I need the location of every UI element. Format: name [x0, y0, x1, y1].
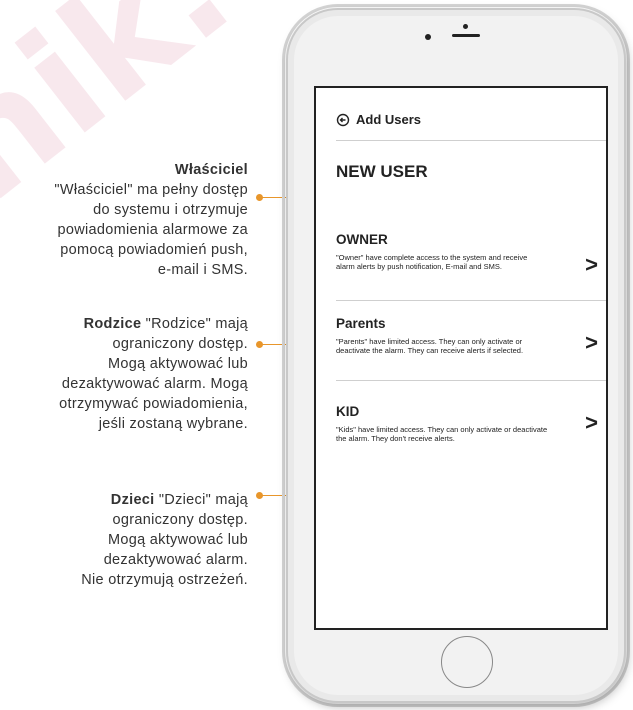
option-title: KID [336, 404, 360, 419]
annotation-owner-line: "Właściciel" ma pełny dostęp [54, 182, 248, 198]
divider [336, 380, 606, 381]
chevron-right-icon: > [585, 410, 598, 435]
annotation-parents-line: "Rodzice" mają [145, 316, 248, 332]
annotation-owner-line: do systemu i otrzymuje [93, 202, 248, 218]
option-kid[interactable]: KID "Kids" have limited access. They can… [336, 404, 610, 443]
annotation-parents-line: Mogą aktywować lub [108, 356, 248, 372]
divider [336, 140, 606, 141]
chevron-right-icon: > [585, 330, 598, 355]
annotation-owner: Właściciel "Właściciel" ma pełny dostęp … [54, 160, 248, 280]
header-title: Add Users [356, 112, 422, 127]
option-title: Parents [336, 316, 386, 331]
annotation-owner-title: Właściciel [174, 162, 248, 178]
option-title: OWNER [336, 232, 388, 247]
option-parents[interactable]: Parents "Parents" have limited access. T… [336, 316, 610, 355]
camera-icon [463, 24, 468, 29]
chevron-right-icon: > [585, 252, 598, 277]
annotation-kids-line: dezaktywować alarm. [103, 552, 248, 568]
annotation-kids-line-1: Dzieci "Dzieci" mają [81, 490, 248, 510]
annotation-parents-line-1: Rodzice "Rodzice" mają [59, 314, 248, 334]
annotation-kids: Dzieci "Dzieci" mają ograniczony dostęp.… [81, 490, 248, 590]
option-description: "Parents" have limited access. They can … [336, 337, 524, 355]
back-button[interactable]: Add Users [336, 112, 421, 127]
option-owner[interactable]: OWNER "Owner" have complete access to th… [336, 232, 610, 276]
annotation-kids-line: ograniczony dostęp. [112, 512, 248, 528]
divider [336, 300, 606, 301]
page-title: NEW USER [336, 162, 428, 181]
annotation-parents: Rodzice "Rodzice" mają ograniczony dostę… [59, 314, 248, 434]
phone-screen: Add Users NEW USER OWNER "Owner" have co… [314, 86, 608, 630]
home-button[interactable] [441, 636, 493, 688]
annotation-kids-title: Dzieci [110, 492, 155, 508]
option-description: "Kids" have limited access. They can onl… [336, 425, 548, 443]
annotation-owner-line: pomocą powiadomień push, [60, 242, 248, 258]
annotation-owner-line: powiadomienia alarmowe za [57, 222, 248, 238]
annotation-parents-line: dezaktywować alarm. Mogą [61, 376, 248, 392]
annotation-parents-line: jeśli zostaną wybrane. [98, 416, 248, 432]
annotation-owner-line: e-mail i SMS. [157, 262, 248, 278]
option-description: "Owner" have complete access to the syst… [336, 253, 528, 271]
annotation-kids-line: Nie otrzymują ostrzeżeń. [81, 572, 248, 588]
sensor-icon [425, 34, 431, 40]
annotation-parents-line: otrzymywać powiadomienia, [59, 396, 248, 412]
annotation-parents-title: Rodzice [83, 316, 142, 332]
back-arrow-icon [336, 113, 350, 126]
speaker-icon [452, 34, 480, 37]
annotation-kids-line: Mogą aktywować lub [108, 532, 248, 548]
annotation-kids-line: "Dzieci" mają [158, 492, 248, 508]
annotation-parents-line: ograniczony dostęp. [112, 336, 248, 352]
